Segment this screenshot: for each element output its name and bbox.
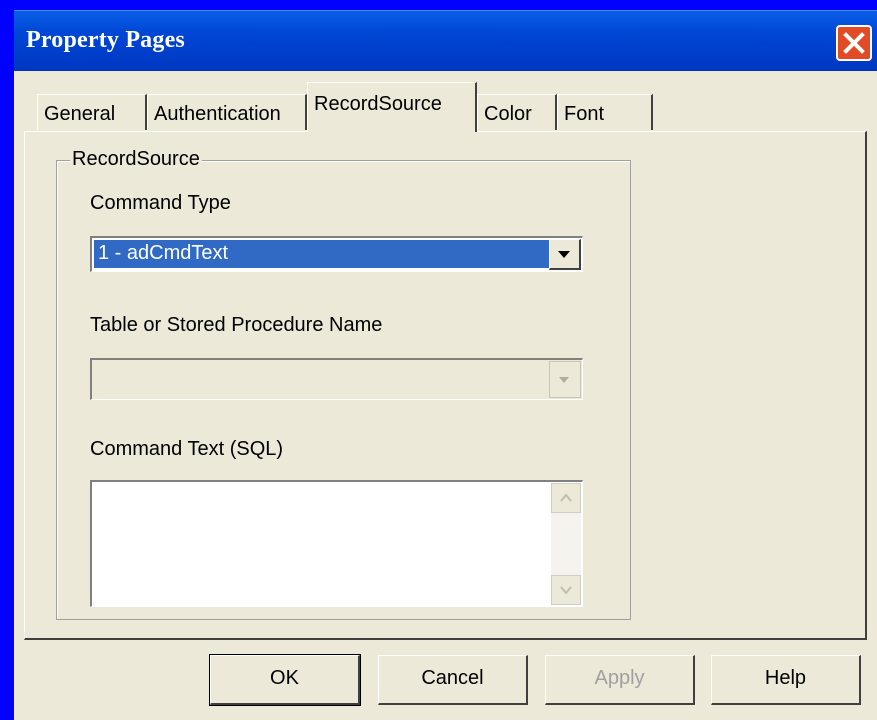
cancel-button[interactable]: Cancel — [378, 655, 528, 705]
command-type-label: Command Type — [90, 192, 231, 214]
tab-general[interactable]: General — [37, 94, 147, 130]
tab-label: RecordSource — [314, 93, 442, 115]
tab-label: Authentication — [154, 103, 281, 125]
scroll-down-arrow-icon — [560, 586, 572, 595]
apply-button[interactable]: Apply — [545, 655, 695, 705]
tab-color[interactable]: Color — [477, 94, 557, 130]
tab-authentication[interactable]: Authentication — [147, 94, 307, 130]
close-icon — [843, 32, 865, 54]
command-text-input[interactable] — [90, 480, 583, 607]
scroll-up-arrow-icon — [560, 493, 572, 502]
chevron-down-icon — [559, 377, 569, 383]
tab-recordsource[interactable]: RecordSource — [307, 82, 477, 132]
tab-label: General — [44, 103, 116, 125]
close-button[interactable] — [836, 25, 872, 61]
title-bar[interactable]: Property Pages — [14, 10, 877, 71]
table-name-dropdown-button[interactable] — [549, 361, 581, 398]
command-type-select[interactable]: 1 - adCmdText — [90, 236, 583, 272]
groupbox-title: RecordSource — [70, 148, 202, 171]
window-title: Property Pages — [26, 27, 185, 53]
vertical-scrollbar[interactable] — [551, 483, 581, 605]
scroll-down-button[interactable] — [551, 575, 581, 605]
tab-label: Font — [564, 103, 605, 125]
tab-label: Color — [484, 103, 532, 125]
chevron-down-icon — [558, 251, 570, 258]
command-type-dropdown-button[interactable] — [549, 239, 581, 270]
command-type-value: 1 - adCmdText — [94, 240, 549, 268]
table-name-label: Table or Stored Procedure Name — [90, 314, 383, 336]
command-text-label: Command Text (SQL) — [90, 438, 284, 460]
tab-font[interactable]: Font — [557, 94, 653, 130]
scroll-up-button[interactable] — [551, 483, 581, 513]
help-button[interactable]: Help — [711, 655, 861, 705]
ok-button[interactable]: OK — [209, 654, 361, 706]
table-name-select[interactable] — [90, 358, 583, 400]
